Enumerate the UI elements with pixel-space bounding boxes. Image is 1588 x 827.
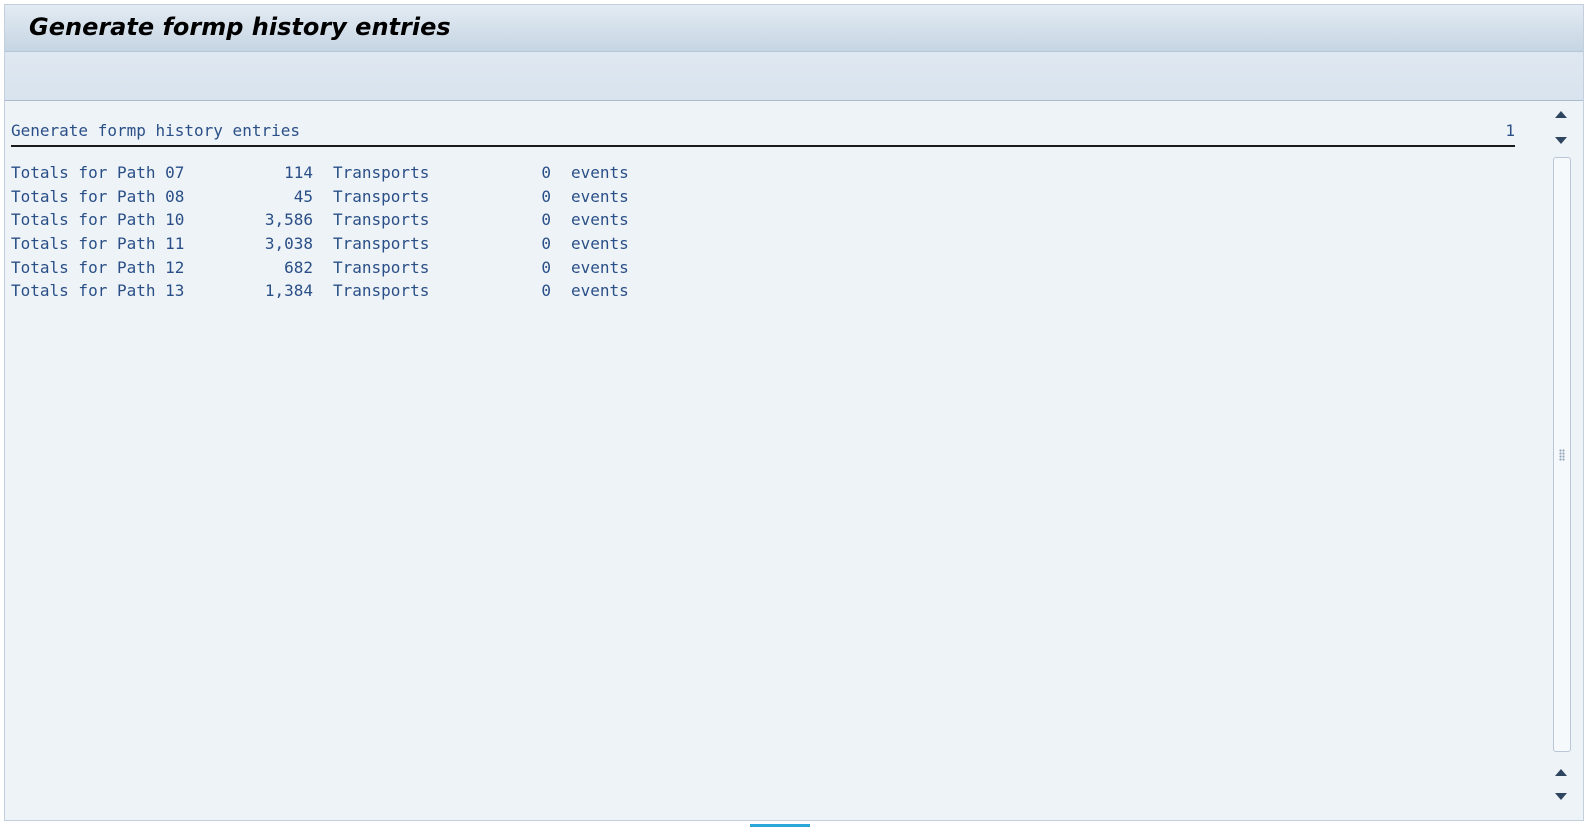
title-bar: Generate formp history entries: [5, 5, 1583, 52]
list-row: Totals for Path 11 3,038 Transports 0 ev…: [11, 232, 629, 256]
list-row: Totals for Path 13 1,384 Transports 0 ev…: [11, 279, 629, 303]
events-label: events: [571, 163, 629, 182]
row-label: Totals for Path 13: [11, 281, 185, 301]
application-toolbar: [5, 52, 1583, 101]
page-down-icon[interactable]: [1555, 793, 1567, 800]
list-header: Generate formp history entries 1: [11, 113, 1515, 147]
sap-window: Generate formp history entries Generate …: [4, 4, 1584, 821]
list-row: Totals for Path 08 45 Transports 0 event…: [11, 185, 629, 209]
transports-label: Transports: [333, 257, 430, 277]
row-label: Totals for Path 07: [11, 163, 185, 182]
status-strip: [0, 821, 1588, 827]
row-label: Totals for Path 10: [11, 210, 185, 230]
transports-label: Transports: [333, 234, 430, 254]
events-count: 0: [541, 186, 551, 206]
list-row: Totals for Path 12 682 Transports 0 even…: [11, 256, 629, 280]
events-count: 0: [541, 257, 551, 277]
list-output: Generate formp history entries 1 Totals …: [5, 101, 1535, 810]
events-label: events: [571, 257, 629, 277]
transports-label: Transports: [333, 281, 430, 301]
transports-label: Transports: [333, 186, 430, 206]
window-title: Generate formp history entries: [29, 13, 451, 41]
events-count: 0: [541, 163, 551, 182]
page-number: 1: [1505, 121, 1515, 140]
totals-list: Totals for Path 07 114 Transports 0 even…: [11, 161, 629, 303]
scroll-down-icon[interactable]: [1555, 137, 1567, 144]
list-row: Totals for Path 07 114 Transports 0 even…: [11, 161, 629, 185]
transports-label: Transports: [333, 210, 430, 230]
events-count: 0: [541, 234, 551, 254]
list-row: Totals for Path 10 3,586 Transports 0 ev…: [11, 208, 629, 232]
events-label: events: [571, 186, 629, 206]
list-header-title: Generate formp history entries: [11, 121, 300, 140]
vertical-scrollbar[interactable]: [1551, 105, 1573, 810]
transport-count: 3,038: [264, 234, 313, 254]
transport-count: 45: [293, 186, 313, 206]
transport-count: 682: [284, 257, 313, 277]
transports-label: Transports: [333, 163, 430, 182]
events-label: events: [571, 234, 629, 254]
page-up-icon[interactable]: [1555, 111, 1567, 118]
transport-count: 1,384: [264, 281, 313, 301]
transport-count: 3,586: [264, 210, 313, 230]
events-label: events: [571, 210, 629, 230]
transport-count: 114: [284, 163, 313, 182]
scrollbar-thumb[interactable]: [1553, 157, 1571, 752]
row-label: Totals for Path 08: [11, 186, 185, 206]
row-label: Totals for Path 12: [11, 257, 185, 277]
grip-dots-icon: [1559, 448, 1565, 461]
row-label: Totals for Path 11: [11, 234, 185, 254]
scroll-up-icon[interactable]: [1555, 769, 1567, 776]
events-count: 0: [541, 281, 551, 301]
events-label: events: [571, 281, 629, 301]
events-count: 0: [541, 210, 551, 230]
